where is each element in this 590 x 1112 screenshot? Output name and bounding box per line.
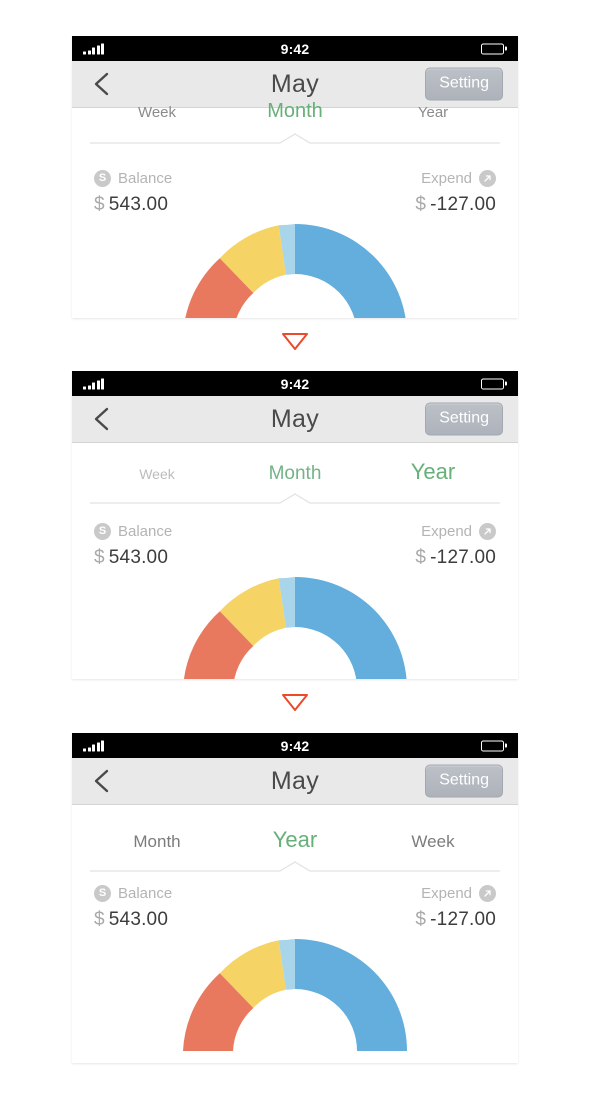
tab-year[interactable]: Year (364, 459, 502, 485)
balance-currency: $ (94, 194, 105, 215)
summary-row: S Balance $543.00 Expend $ -127.00 (72, 871, 518, 931)
signal-bars-icon (83, 740, 104, 751)
expend-label: Expend (421, 170, 472, 187)
arrow-up-right-circle-icon (479, 523, 496, 540)
expend-amount: $ -127.00 (415, 194, 496, 216)
setting-button[interactable]: Setting (425, 67, 503, 101)
balance-currency: $ (94, 547, 105, 568)
tab-week[interactable]: Week (88, 466, 226, 482)
summary-row: S Balance $543.00 Expend $ -127.00 (72, 509, 518, 569)
donut-chart-svg (183, 577, 407, 679)
battery-icon (481, 43, 507, 54)
expend-block: Expend $ -127.00 (415, 170, 496, 216)
donut-chart (72, 931, 518, 1051)
tab-week[interactable]: Week (88, 104, 226, 121)
panel-separator-2 (0, 691, 590, 718)
balance-block: S Balance $543.00 (94, 170, 172, 216)
expend-value: -127.00 (430, 909, 496, 930)
battery-icon (481, 740, 507, 751)
tab-year[interactable]: Year (364, 104, 502, 121)
expend-currency: $ (415, 194, 427, 215)
phone-panel-transition: 9:42 May Setting Week Month Year S Balan… (72, 371, 518, 679)
expend-value: -127.00 (430, 547, 496, 568)
summary-row: S Balance $543.00 Expend $ -127.00 (72, 156, 518, 216)
dollar-circle-icon: S (94, 523, 111, 540)
arrow-up-right-circle-icon (479, 885, 496, 902)
expend-block: Expend $ -127.00 (415, 885, 496, 931)
balance-amount: $543.00 (94, 909, 172, 931)
donut-chart-svg (183, 939, 407, 1051)
balance-block: S Balance $543.00 (94, 885, 172, 931)
page-root: 9:42 May Setting Week Month Year S Balan… (0, 0, 590, 1112)
setting-button[interactable]: Setting (425, 402, 503, 436)
expend-value: -127.00 (430, 194, 496, 215)
expend-amount: $ -127.00 (415, 547, 496, 569)
period-tabs: Week Month Year (72, 100, 518, 123)
dollar-circle-icon: S (94, 885, 111, 902)
chevron-left-icon[interactable] (90, 405, 112, 433)
balance-label: Balance (118, 523, 173, 540)
dollar-circle-icon: S (94, 170, 111, 187)
period-tabs: Week Month Year (72, 459, 518, 485)
status-bar: 9:42 (72, 733, 518, 758)
donut-segments (183, 577, 407, 679)
expend-label: Expend (421, 523, 472, 540)
battery-icon (481, 378, 507, 389)
phone-panel-month-clipped: 9:42 May Setting Week Month Year S Balan… (72, 36, 518, 318)
nav-bar: May Setting (72, 758, 518, 805)
donut-segments (183, 939, 407, 1051)
balance-label: Balance (118, 885, 173, 902)
period-tabs: Month Year Week (72, 827, 518, 853)
balance-amount: $543.00 (94, 547, 172, 569)
tab-month[interactable]: Month (226, 100, 364, 123)
setting-button[interactable]: Setting (425, 764, 503, 798)
tab-indicator-rule (90, 133, 500, 145)
donut-segment-blue (295, 939, 407, 1051)
nav-bar: May Setting (72, 396, 518, 443)
expend-currency: $ (415, 909, 427, 930)
triangle-down-icon (282, 333, 308, 350)
donut-chart-svg (185, 224, 406, 318)
tab-year[interactable]: Year (226, 827, 364, 853)
balance-currency: $ (94, 909, 105, 930)
balance-value: 543.00 (108, 194, 169, 215)
status-bar: 9:42 (72, 36, 518, 61)
period-tab-strip: Week Month Year (72, 443, 518, 509)
chevron-left-icon[interactable] (90, 767, 112, 795)
balance-amount: $543.00 (94, 194, 172, 216)
signal-bars-icon (83, 43, 104, 54)
tab-month[interactable]: Month (88, 832, 226, 852)
period-tab-strip: Month Year Week (72, 805, 518, 873)
tab-indicator-rule (90, 861, 500, 873)
tab-week[interactable]: Week (364, 832, 502, 852)
donut-segment-blue (295, 224, 406, 318)
status-bar: 9:42 (72, 371, 518, 396)
balance-value: 543.00 (108, 909, 169, 930)
balance-value: 543.00 (108, 547, 169, 568)
expend-label: Expend (421, 885, 472, 902)
period-tab-strip: Week Month Year (72, 100, 518, 156)
signal-bars-icon (83, 378, 104, 389)
status-bar-time: 9:42 (280, 737, 310, 754)
tab-indicator-rule (90, 493, 500, 505)
tab-month[interactable]: Month (226, 463, 364, 485)
balance-label: Balance (118, 170, 173, 187)
donut-segment-blue (295, 577, 407, 679)
expend-currency: $ (415, 547, 427, 568)
chevron-left-icon[interactable] (90, 70, 112, 98)
status-bar-time: 9:42 (280, 40, 310, 57)
balance-block: S Balance $543.00 (94, 523, 172, 569)
status-bar-time: 9:42 (280, 375, 310, 392)
arrow-up-right-circle-icon (479, 170, 496, 187)
phone-panel-year: 9:42 May Setting Month Year Week S Balan… (72, 733, 518, 1063)
donut-segments (185, 224, 406, 318)
donut-chart (72, 216, 518, 318)
donut-chart (72, 569, 518, 679)
panel-separator-1 (0, 330, 590, 357)
triangle-down-icon (282, 694, 308, 711)
expend-amount: $ -127.00 (415, 909, 496, 931)
expend-block: Expend $ -127.00 (415, 523, 496, 569)
